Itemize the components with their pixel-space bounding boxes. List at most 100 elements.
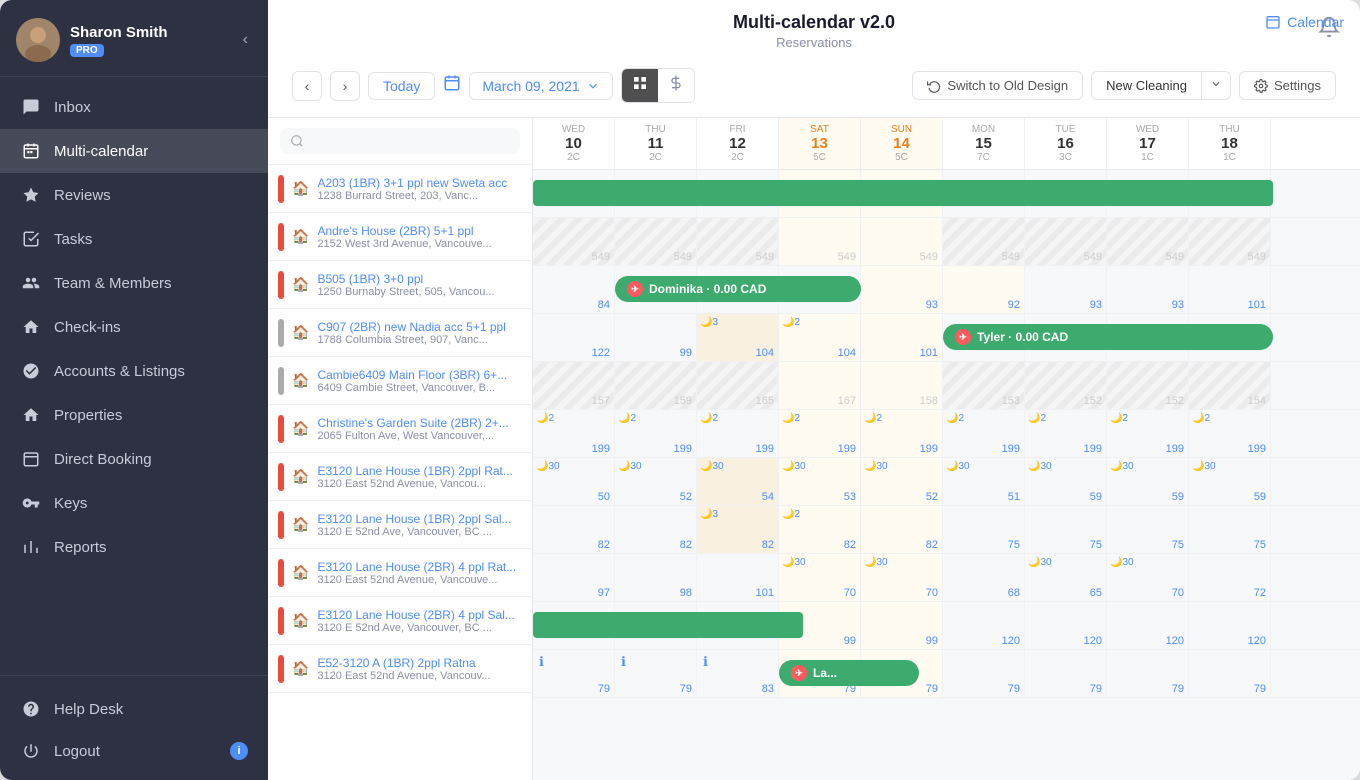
power-icon [20, 740, 42, 762]
sidebar-item-label: Tasks [54, 231, 248, 248]
date-cell: 🌙2 199 [1189, 410, 1271, 457]
calendar-icon [443, 74, 461, 97]
list-item[interactable]: 🏠 A203 (1BR) 3+1 ppl new Sweta acc 1238 … [268, 165, 532, 213]
star-icon [20, 184, 42, 206]
sidebar-item-label: Reports [54, 539, 248, 556]
sidebar-item-direct-booking[interactable]: Direct Booking [0, 437, 268, 481]
date-cell: 79 [943, 650, 1025, 697]
sidebar-item-team-members[interactable]: Team & Members [0, 261, 268, 305]
home-icon: 🏠 [292, 660, 309, 677]
date-cell: 93 [1107, 266, 1189, 313]
list-item[interactable]: 🏠 E52-3120 A (1BR) 2ppl Ratna 3120 East … [268, 645, 532, 693]
sidebar-item-multi-calendar[interactable]: Multi-calendar [0, 129, 268, 173]
home-icon [20, 404, 42, 426]
list-item[interactable]: 🏠 E3120 Lane House (2BR) 4 ppl Sal... 31… [268, 597, 532, 645]
date-cell: 🌙30 59 [1025, 458, 1107, 505]
sidebar-item-inbox[interactable]: Inbox [0, 85, 268, 129]
new-cleaning-button[interactable]: New Cleaning [1092, 72, 1201, 99]
search-field[interactable] [280, 128, 520, 154]
home-icon: 🏠 [292, 564, 309, 581]
sidebar-user-name: Sharon Smith [70, 24, 168, 41]
date-cell: 159 [615, 362, 697, 409]
sidebar-item-reports[interactable]: Reports [0, 525, 268, 569]
booking-bar[interactable] [533, 180, 1273, 206]
next-button[interactable]: › [330, 71, 360, 101]
main-content: Multi-calendar v2.0 Reservations Calenda… [268, 0, 1360, 780]
date-cell: 🌙30 50 [533, 458, 615, 505]
list-item[interactable]: 🏠 Christine's Garden Suite (2BR) 2+... 2… [268, 405, 532, 453]
list-item[interactable]: 🏠 Andre's House (2BR) 5+1 ppl 2152 West … [268, 213, 532, 261]
info-icon[interactable]: ℹ [539, 654, 544, 670]
date-cell: 🌙30 70 [779, 554, 861, 601]
page-title: Multi-calendar v2.0 [733, 12, 895, 33]
date-picker-button[interactable]: March 09, 2021 [469, 72, 612, 100]
date-cell: ℹ 79 [615, 650, 697, 697]
listing-info: E3120 Lane House (2BR) 4 ppl Sal... 3120… [317, 608, 522, 634]
calendar-view-button[interactable]: Calendar [1265, 14, 1344, 30]
list-item[interactable]: 🏠 E3120 Lane House (1BR) 2ppl Rat... 312… [268, 453, 532, 501]
booking-bar[interactable]: ✈ Dominika · 0.00 CAD [615, 276, 861, 302]
date-cell: 158 [861, 362, 943, 409]
date-cell: 🌙30 51 [943, 458, 1025, 505]
date-cell: 93 [1025, 266, 1107, 313]
people-icon [20, 272, 42, 294]
toolbar: ‹ › Today March 09, 2021 [292, 58, 1336, 107]
booking-bar[interactable] [533, 612, 803, 638]
booking-bar[interactable]: ✈ Tyler · 0.00 CAD [943, 324, 1273, 350]
sidebar-item-keys[interactable]: Keys [0, 481, 268, 525]
sidebar-item-tasks[interactable]: Tasks [0, 217, 268, 261]
grid-view-button[interactable] [622, 69, 658, 102]
date-cell: 549 [615, 218, 697, 265]
prev-button[interactable]: ‹ [292, 71, 322, 101]
switch-design-button[interactable]: Switch to Old Design [912, 71, 1083, 100]
sidebar-item-logout[interactable]: Logout i [0, 730, 268, 772]
date-cell: 120 [1025, 602, 1107, 649]
booking-label: La... [813, 666, 837, 680]
table-row: 549 549 549 549 549 549 549 549 549 [533, 218, 1360, 266]
list-item[interactable]: 🏠 B505 (1BR) 3+0 ppl 1250 Burnaby Street… [268, 261, 532, 309]
date-cell: 🌙30 52 [615, 458, 697, 505]
date-cell: 75 [943, 506, 1025, 553]
listing-info: C907 (2BR) new Nadia acc 5+1 ppl 1788 Co… [317, 320, 522, 346]
sidebar-item-help-desk[interactable]: Help Desk [0, 688, 268, 730]
sidebar-item-label: Team & Members [54, 275, 248, 292]
table-row: 157 159 165 167 158 153 152 152 154 [533, 362, 1360, 410]
sidebar-collapse-button[interactable]: ‹ [239, 27, 252, 53]
list-item[interactable]: 🏠 E3120 Lane House (2BR) 4 ppl Rat... 31… [268, 549, 532, 597]
info-icon[interactable]: ℹ [703, 654, 708, 670]
list-item[interactable]: 🏠 C907 (2BR) new Nadia acc 5+1 ppl 1788 … [268, 309, 532, 357]
table-row: 84 93 92 93 93 101 ✈ Dominika · 0.00 CAD [533, 266, 1360, 314]
date-cell: 🌙30 52 [861, 458, 943, 505]
date-cell: 🌙2 199 [697, 410, 779, 457]
sidebar-item-check-ins[interactable]: Check-ins [0, 305, 268, 349]
dates-area: WED 10 2C THU 11 2C FRI 12 2C [533, 118, 1360, 780]
date-cell: 🌙30 54 [697, 458, 779, 505]
today-button[interactable]: Today [368, 72, 435, 100]
date-cell: 79 [1107, 650, 1189, 697]
sidebar-item-label: Keys [54, 495, 248, 512]
date-cell: 84 [533, 266, 615, 313]
settings-label: Settings [1274, 78, 1321, 93]
date-cell: 122 [533, 314, 615, 361]
date-cell: 97 [533, 554, 615, 601]
dollar-view-button[interactable] [658, 69, 694, 102]
info-icon[interactable]: ℹ [621, 654, 626, 670]
listing-color-indicator [278, 511, 284, 539]
date-cell: 549 [697, 218, 779, 265]
sidebar-item-properties[interactable]: Properties [0, 393, 268, 437]
date-cell: 549 [533, 218, 615, 265]
list-item[interactable]: 🏠 E3120 Lane House (1BR) 2ppl Sal... 312… [268, 501, 532, 549]
new-cleaning-dropdown-button[interactable] [1201, 72, 1230, 99]
list-item[interactable]: 🏠 Cambie6409 Main Floor (3BR) 6+... 6409… [268, 357, 532, 405]
booking-bar[interactable]: ✈ La... [779, 660, 919, 686]
sidebar-item-reviews[interactable]: Reviews [0, 173, 268, 217]
listing-info: Cambie6409 Main Floor (3BR) 6+... 6409 C… [317, 368, 522, 394]
calendar-button-label: Calendar [1287, 14, 1344, 30]
sidebar-item-accounts-listings[interactable]: Accounts & Listings [0, 349, 268, 393]
settings-button[interactable]: Settings [1239, 71, 1336, 100]
home-icon: 🏠 [292, 612, 309, 629]
date-header-thu18: THU 18 1C [1189, 118, 1271, 169]
date-cell: 82 [615, 506, 697, 553]
booking-icon [20, 448, 42, 470]
date-header-wed17: WED 17 1C [1107, 118, 1189, 169]
